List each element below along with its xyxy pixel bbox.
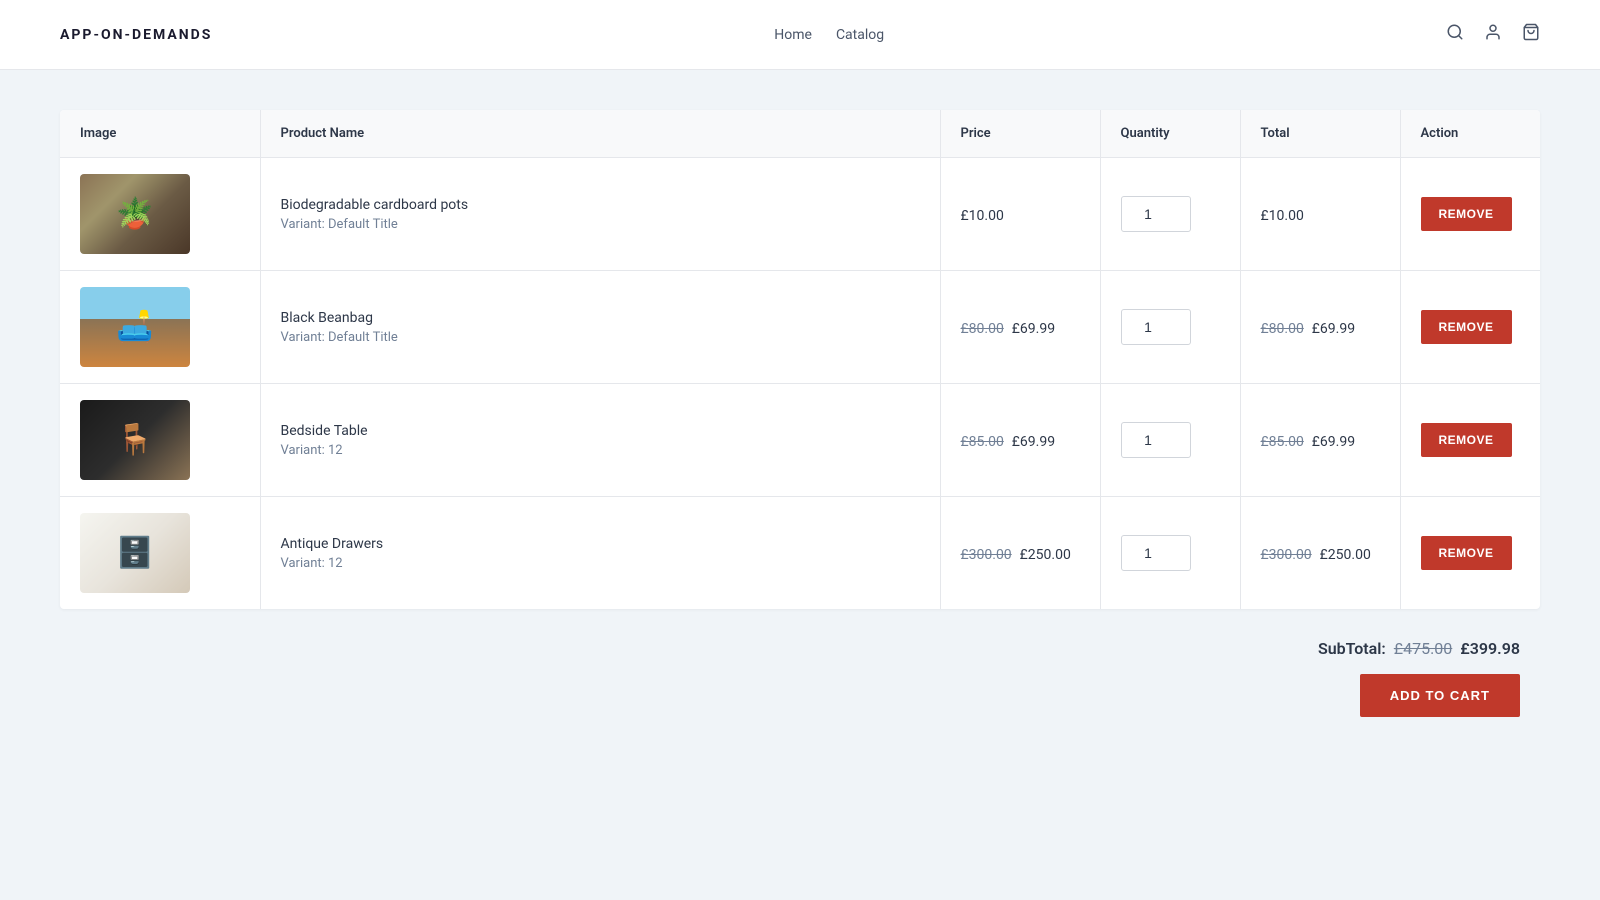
product-action-cell: REMOVE [1400,158,1540,271]
price-original: £85.00 [961,434,1004,450]
price-sale: £69.99 [1012,321,1055,337]
quantity-input[interactable] [1121,196,1191,232]
product-image-cell [60,497,260,610]
nav-catalog[interactable]: Catalog [836,27,884,43]
price-regular: £10.00 [961,208,1004,224]
col-header-total: Total [1240,110,1400,158]
product-quantity-cell [1100,271,1240,384]
product-variant: Variant: 12 [281,556,920,571]
cart-table: Image Product Name Price Quantity Total … [60,110,1540,609]
total-original: £80.00 [1261,321,1304,337]
price-original: £80.00 [961,321,1004,337]
remove-button[interactable]: REMOVE [1421,197,1512,231]
product-image-cell [60,158,260,271]
product-image [80,400,190,480]
quantity-input[interactable] [1121,422,1191,458]
product-image [80,174,190,254]
header: APP-ON-DEMANDS Home Catalog [0,0,1600,70]
quantity-input[interactable] [1121,309,1191,345]
cart-icon[interactable] [1522,23,1540,46]
subtotal-sale: £399.98 [1460,639,1520,658]
product-total-cell: £80.00 £69.99 [1240,271,1400,384]
add-to-cart-button[interactable]: ADD TO CART [1360,674,1520,717]
main-nav: Home Catalog [774,27,884,43]
price-sale: £250.00 [1020,547,1071,563]
logo: APP-ON-DEMANDS [60,27,212,43]
remove-button[interactable]: REMOVE [1421,310,1512,344]
product-variant: Variant: Default Title [281,217,920,232]
product-action-cell: REMOVE [1400,271,1540,384]
product-quantity-cell [1100,497,1240,610]
subtotal-section: SubTotal: £475.00 £399.98 ADD TO CART [60,639,1540,717]
header-icons [1446,23,1540,46]
quantity-input[interactable] [1121,535,1191,571]
col-header-quantity: Quantity [1100,110,1240,158]
account-icon[interactable] [1484,23,1502,46]
product-total-cell: £10.00 [1240,158,1400,271]
price-original: £300.00 [961,547,1012,563]
product-price-cell: £80.00 £69.99 [940,271,1100,384]
product-image [80,513,190,593]
product-name-cell: Biodegradable cardboard pots Variant: De… [260,158,940,271]
col-header-action: Action [1400,110,1540,158]
page-wrapper: APP-ON-DEMANDS Home Catalog [0,0,1600,900]
total-original: £300.00 [1261,547,1312,563]
total-sale: £69.99 [1312,321,1355,337]
table-row: Antique Drawers Variant: 12 £300.00 £250… [60,497,1540,610]
product-name-cell: Black Beanbag Variant: Default Title [260,271,940,384]
total-sale: £250.00 [1320,547,1371,563]
product-total-cell: £85.00 £69.99 [1240,384,1400,497]
col-header-price: Price [940,110,1100,158]
total-sale: £69.99 [1312,434,1355,450]
table-header: Image Product Name Price Quantity Total … [60,110,1540,158]
product-name: Black Beanbag [281,310,920,326]
col-header-product: Product Name [260,110,940,158]
product-image-cell [60,384,260,497]
search-icon[interactable] [1446,23,1464,46]
product-variant: Variant: Default Title [281,330,920,345]
product-variant: Variant: 12 [281,443,920,458]
product-price-cell: £10.00 [940,158,1100,271]
product-action-cell: REMOVE [1400,497,1540,610]
product-name-cell: Bedside Table Variant: 12 [260,384,940,497]
main-content: Image Product Name Price Quantity Total … [0,70,1600,757]
product-name: Biodegradable cardboard pots [281,197,920,213]
product-image-cell [60,271,260,384]
subtotal-label: SubTotal: [1318,639,1386,658]
product-name: Antique Drawers [281,536,920,552]
product-price-cell: £300.00 £250.00 [940,497,1100,610]
product-quantity-cell [1100,158,1240,271]
remove-button[interactable]: REMOVE [1421,536,1512,570]
total-regular: £10.00 [1261,208,1304,224]
table-row: Biodegradable cardboard pots Variant: De… [60,158,1540,271]
total-original: £85.00 [1261,434,1304,450]
product-name-cell: Antique Drawers Variant: 12 [260,497,940,610]
product-name: Bedside Table [281,423,920,439]
table-body: Biodegradable cardboard pots Variant: De… [60,158,1540,610]
product-quantity-cell [1100,384,1240,497]
subtotal-original: £475.00 [1394,639,1452,658]
table-row: Bedside Table Variant: 12 £85.00 £69.99 … [60,384,1540,497]
col-header-image: Image [60,110,260,158]
nav-home[interactable]: Home [774,27,812,43]
product-price-cell: £85.00 £69.99 [940,384,1100,497]
product-action-cell: REMOVE [1400,384,1540,497]
subtotal-row: SubTotal: £475.00 £399.98 [1318,639,1520,658]
remove-button[interactable]: REMOVE [1421,423,1512,457]
product-total-cell: £300.00 £250.00 [1240,497,1400,610]
table-row: Black Beanbag Variant: Default Title £80… [60,271,1540,384]
price-sale: £69.99 [1012,434,1055,450]
product-image [80,287,190,367]
